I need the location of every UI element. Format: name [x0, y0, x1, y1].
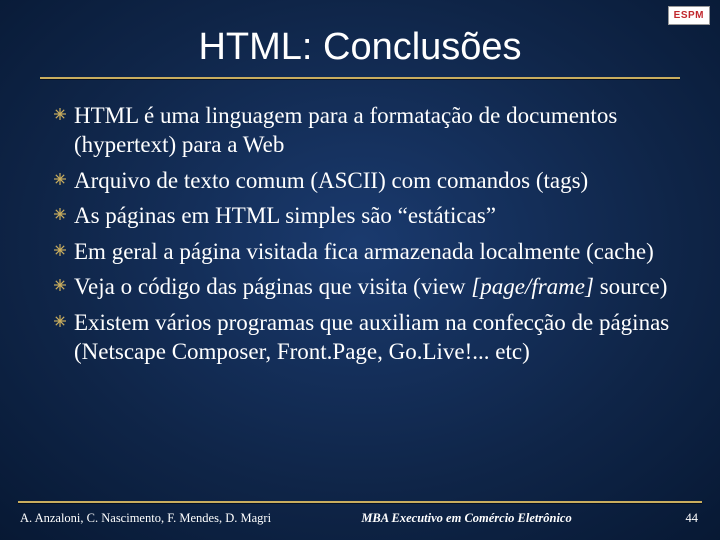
snowflake-icon — [46, 201, 74, 221]
bullet-text: HTML é uma linguagem para a formatação d… — [74, 101, 674, 160]
bullet-text: Arquivo de texto comum (ASCII) com coman… — [74, 166, 674, 195]
list-item: Em geral a página visitada fica armazena… — [46, 237, 674, 266]
page-number: 44 — [662, 511, 702, 526]
bullet-text: As páginas em HTML simples são “estática… — [74, 201, 674, 230]
bullet-text: Veja o código das páginas que visita (vi… — [74, 272, 674, 301]
slide-title: HTML: Conclusões — [0, 0, 720, 69]
footer-course: MBA Executivo em Comércio Eletrônico — [271, 511, 662, 526]
snowflake-icon — [46, 272, 74, 292]
bullet-text: Em geral a página visitada fica armazena… — [74, 237, 674, 266]
list-item: As páginas em HTML simples são “estática… — [46, 201, 674, 230]
snowflake-icon — [46, 237, 74, 257]
list-item: Arquivo de texto comum (ASCII) com coman… — [46, 166, 674, 195]
list-item: Existem vários programas que auxiliam na… — [46, 308, 674, 367]
list-item: HTML é uma linguagem para a formatação d… — [46, 101, 674, 160]
brand-logo: ESPM — [668, 6, 710, 25]
footer-underline — [18, 501, 702, 503]
bullet-list: HTML é uma linguagem para a formatação d… — [0, 79, 720, 367]
footer-authors: A. Anzaloni, C. Nascimento, F. Mendes, D… — [18, 511, 271, 526]
snowflake-icon — [46, 101, 74, 121]
bullet-text: Existem vários programas que auxiliam na… — [74, 308, 674, 367]
footer: A. Anzaloni, C. Nascimento, F. Mendes, D… — [0, 501, 720, 526]
snowflake-icon — [46, 308, 74, 328]
list-item: Veja o código das páginas que visita (vi… — [46, 272, 674, 301]
snowflake-icon — [46, 166, 74, 186]
